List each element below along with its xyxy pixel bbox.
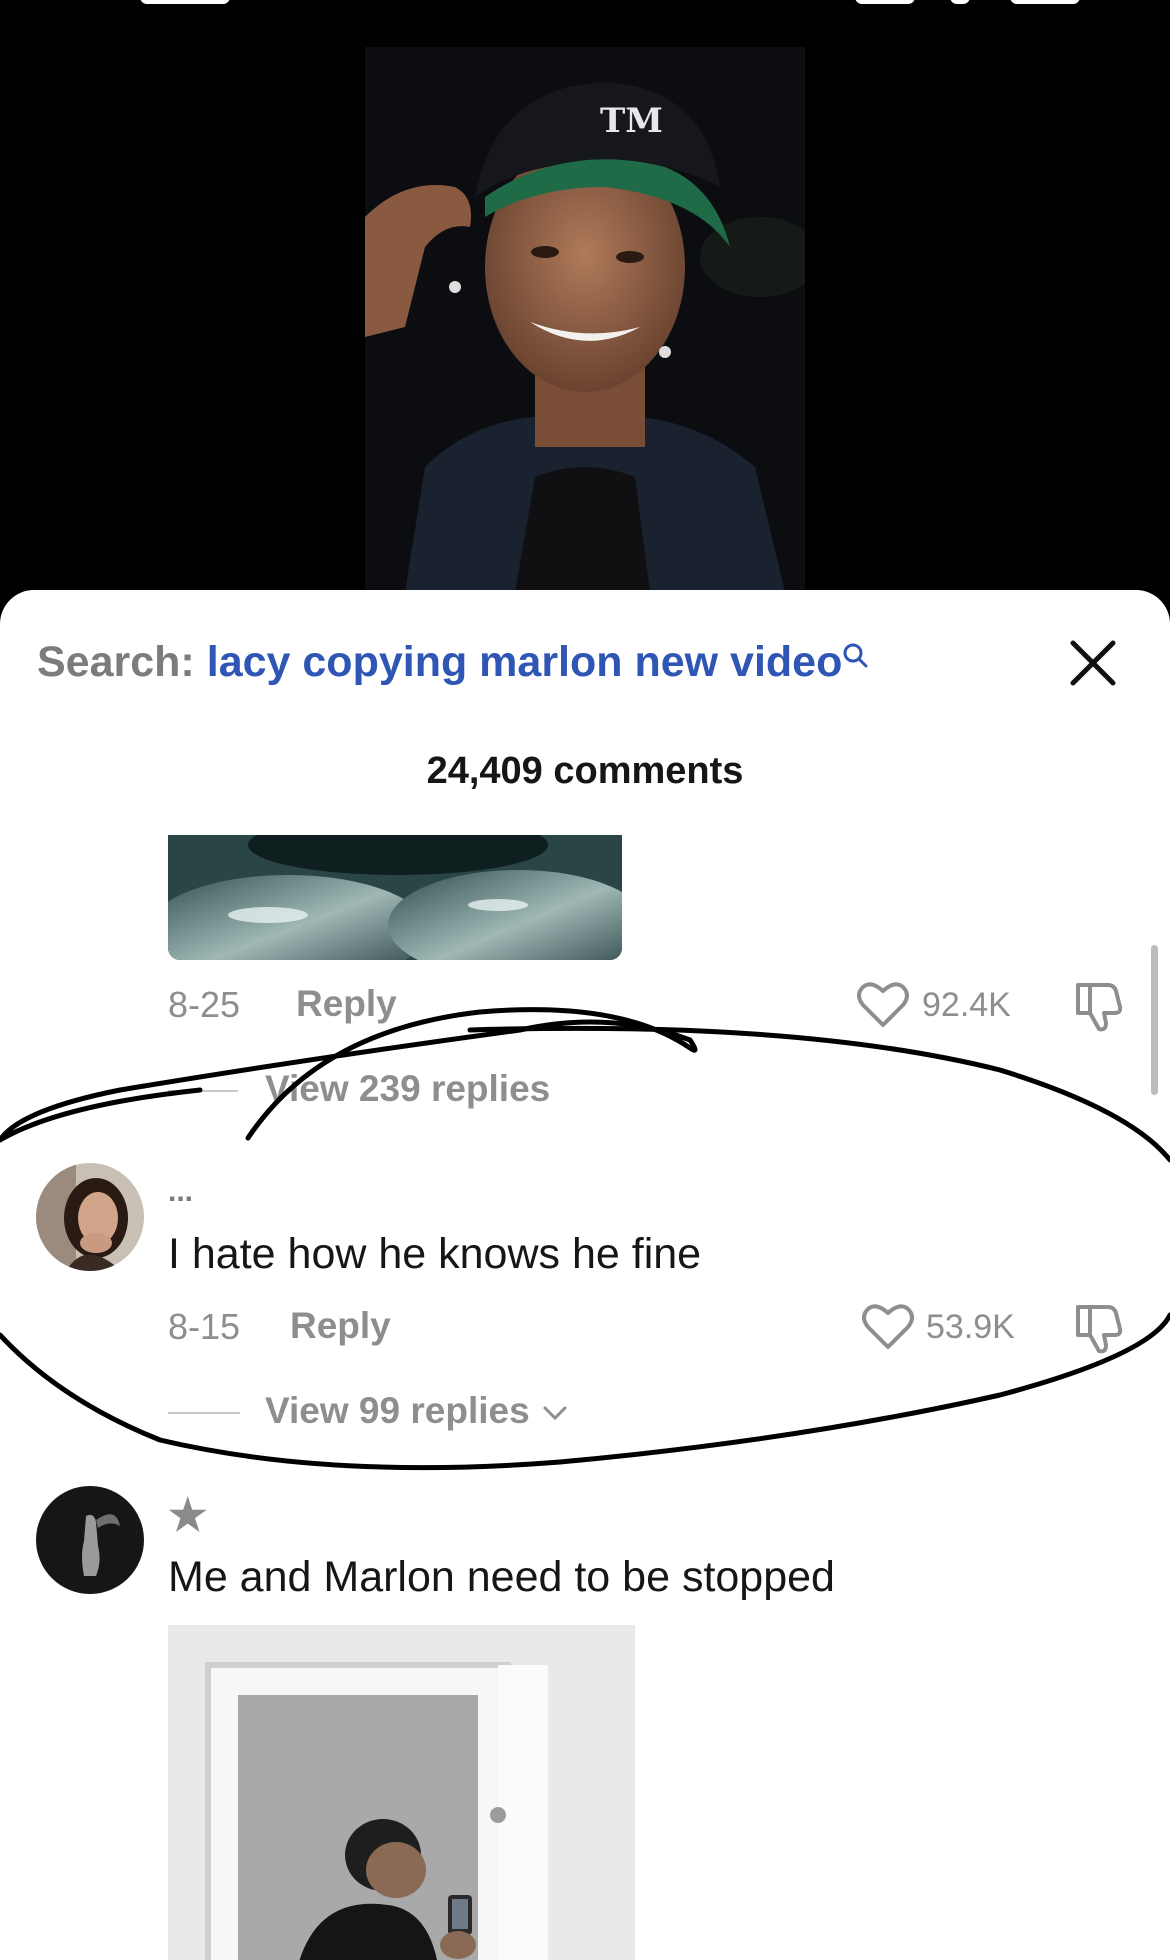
- reply-button[interactable]: Reply: [290, 1305, 391, 1347]
- avatar[interactable]: [36, 1486, 144, 1594]
- username[interactable]: ★: [168, 1490, 207, 1541]
- wifi-icon: [950, 0, 970, 4]
- heart-icon: [857, 982, 909, 1027]
- close-button[interactable]: [1063, 633, 1123, 693]
- view-replies-button[interactable]: View 239 replies: [265, 1068, 550, 1110]
- heart-icon: [862, 1304, 914, 1349]
- dislike-button[interactable]: [1070, 979, 1126, 1040]
- comments-count: 24,409 comments: [426, 750, 744, 792]
- dislike-button[interactable]: [1070, 1301, 1126, 1362]
- like-button[interactable]: [862, 1303, 914, 1356]
- signal-icon: [855, 0, 915, 4]
- status-bar: [0, 0, 1170, 12]
- like-button[interactable]: [857, 981, 909, 1034]
- search-suggestion[interactable]: Search: lacy copying marlon new video: [37, 638, 868, 687]
- replies-divider: [168, 1090, 238, 1092]
- reply-button[interactable]: Reply: [296, 983, 397, 1025]
- view-replies-label: View 239 replies: [265, 1068, 551, 1109]
- comment-image[interactable]: [168, 1625, 635, 1960]
- search-query-link[interactable]: lacy copying marlon new video: [207, 638, 843, 686]
- video-person-image: TM: [365, 47, 805, 592]
- comment-text: I hate how he knows he fine: [168, 1230, 702, 1278]
- search-mini-icon: [842, 630, 868, 679]
- status-time-fragment: [140, 0, 230, 4]
- like-count: 53.9K: [926, 1308, 1015, 1346]
- avatar[interactable]: [36, 1163, 144, 1271]
- dislike-icon: [1076, 1305, 1123, 1354]
- close-icon: [1070, 640, 1116, 686]
- username[interactable]: ...: [168, 1175, 193, 1209]
- video-frame: TM: [365, 47, 805, 592]
- chevron-down-icon: [543, 1406, 567, 1421]
- svg-text:TM: TM: [600, 101, 663, 141]
- dislike-icon: [1076, 983, 1123, 1032]
- like-count: 92.4K: [922, 986, 1011, 1024]
- replies-divider: [168, 1412, 240, 1414]
- comments-sheet: Search: lacy copying marlon new video 24,…: [0, 590, 1170, 1960]
- view-replies-button[interactable]: View 99 replies: [265, 1390, 570, 1432]
- comment-image[interactable]: [168, 835, 622, 960]
- comment-text: Me and Marlon need to be stopped: [168, 1553, 835, 1601]
- battery-icon: [1010, 0, 1080, 4]
- scrollbar[interactable]: [1151, 945, 1158, 1095]
- comment-date: 8-25: [168, 984, 241, 1025]
- video-player[interactable]: TM: [0, 0, 1170, 600]
- search-label: Search:: [37, 638, 195, 686]
- view-replies-label: View 99 replies: [265, 1390, 530, 1431]
- comment-date: 8-15: [168, 1306, 241, 1347]
